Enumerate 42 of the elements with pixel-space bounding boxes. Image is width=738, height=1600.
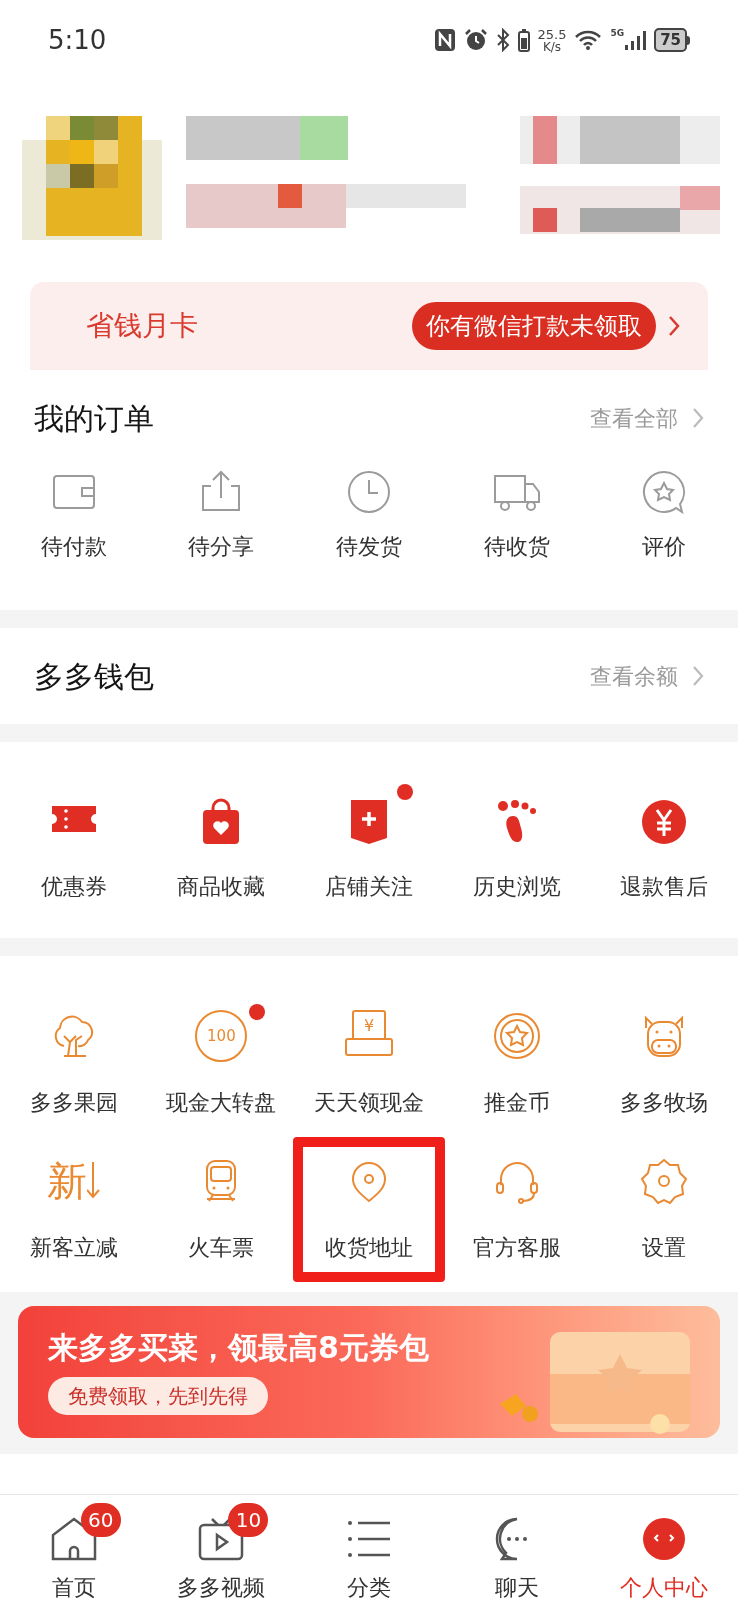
coin-wheel-icon: 100 xyxy=(195,1010,248,1062)
bluetooth-icon xyxy=(495,28,510,52)
shortcut-item[interactable]: 退款售后 xyxy=(590,777,738,903)
order-status-item[interactable]: 待付款 xyxy=(0,466,148,563)
face-avatar-icon xyxy=(641,1517,688,1561)
tab-bar-item[interactable]: 10 多多视频 xyxy=(147,1499,296,1600)
order-status-item[interactable]: 评价 xyxy=(590,466,738,563)
alarm-icon xyxy=(463,28,488,52)
chevron-right-icon xyxy=(668,315,680,337)
tab-bar-item[interactable]: 60 首页 xyxy=(0,1499,148,1600)
service-item[interactable]: 收货地址 xyxy=(293,1137,445,1282)
network-speed: 25.5 xyxy=(537,27,567,41)
network-type: 5G xyxy=(610,29,625,38)
shortcut-item[interactable]: 优惠券 xyxy=(0,777,148,903)
promo-banner[interactable]: 来多多买菜，领最高8元券包 免费领取，先到先得 xyxy=(18,1306,720,1438)
shortcut-item[interactable]: 历史浏览 xyxy=(442,777,591,903)
signal-icon xyxy=(624,29,647,51)
banner-subtitle[interactable]: 免费领取，先到先得 xyxy=(48,1376,268,1415)
tab-bar-item[interactable]: 分类 xyxy=(295,1499,443,1600)
clock-time: 5:10 xyxy=(48,23,107,57)
card-title: 省钱月卡 xyxy=(86,308,198,344)
chevron-right-icon xyxy=(692,665,704,687)
notice-pill[interactable]: 你有微信打款未领取 xyxy=(412,302,656,350)
section-title: 我的订单 xyxy=(34,399,154,438)
section-title: 多多钱包 xyxy=(34,657,154,696)
count-badge: 60 xyxy=(80,1503,121,1537)
battery-indicator: 75 xyxy=(654,28,690,52)
order-status-item[interactable]: 待收货 xyxy=(442,466,591,563)
shortcut-item[interactable]: 店铺关注 xyxy=(295,777,443,903)
order-status-item[interactable]: 待分享 xyxy=(147,466,296,563)
banner-title: 来多多买菜，领最高8元券包 xyxy=(48,1329,430,1367)
nfc-icon xyxy=(433,28,456,52)
count-badge: 10 xyxy=(228,1503,269,1537)
chevron-right-icon xyxy=(692,407,704,429)
tab-bar-item[interactable]: 聊天 xyxy=(442,1499,591,1600)
wifi-icon xyxy=(574,29,603,51)
shortcut-item[interactable]: 商品收藏 xyxy=(147,777,296,903)
tab-bar-item[interactable]: 个人中心 xyxy=(590,1499,738,1600)
savings-card[interactable]: 省钱月卡 你有微信打款未领取 xyxy=(30,282,708,370)
battery-saver-icon xyxy=(517,28,530,52)
order-status-item[interactable]: 待发货 xyxy=(295,466,443,563)
network-speed-unit: K/s xyxy=(542,40,562,53)
